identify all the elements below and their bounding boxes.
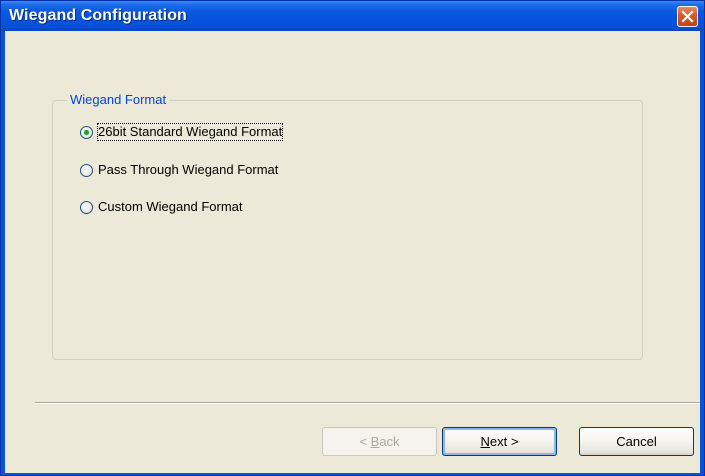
radio-custom[interactable]: Custom Wiegand Format <box>80 197 243 217</box>
radio-label-26bit-standard: 26bit Standard Wiegand Format <box>96 123 284 141</box>
next-button[interactable]: Next > <box>442 427 557 456</box>
back-button-pre: < <box>359 434 371 449</box>
radio-button[interactable] <box>80 163 93 177</box>
back-button[interactable]: < Back <box>322 427 437 456</box>
next-button-post: ext > <box>489 434 519 449</box>
cancel-button[interactable]: Cancel <box>579 427 694 456</box>
radio-button-checked[interactable] <box>80 125 93 139</box>
radio-label-pass-through: Pass Through Wiegand Format <box>98 162 279 177</box>
back-button-post: ack <box>379 434 400 449</box>
wiegand-format-groupbox: Wiegand Format 26bit Standard Wiegand Fo… <box>52 92 643 360</box>
close-icon <box>681 10 694 23</box>
groupbox-label: Wiegand Format <box>67 92 170 108</box>
window-title: Wiegand Configuration <box>9 7 187 24</box>
title-bar[interactable]: Wiegand Configuration <box>1 1 704 31</box>
radio-26bit-standard[interactable]: 26bit Standard Wiegand Format <box>80 122 284 142</box>
radio-button[interactable] <box>80 200 93 214</box>
close-button[interactable] <box>677 6 698 27</box>
radio-pass-through[interactable]: Pass Through Wiegand Format <box>80 160 278 180</box>
next-button-accel: N <box>480 434 490 449</box>
footer-divider <box>35 402 700 404</box>
radio-label-custom: Custom Wiegand Format <box>98 199 243 214</box>
wiegand-configuration-window: Wiegand Configuration Wiegand Format 26b… <box>0 0 705 476</box>
dialog-client-area: Wiegand Format 26bit Standard Wiegand Fo… <box>5 31 700 473</box>
